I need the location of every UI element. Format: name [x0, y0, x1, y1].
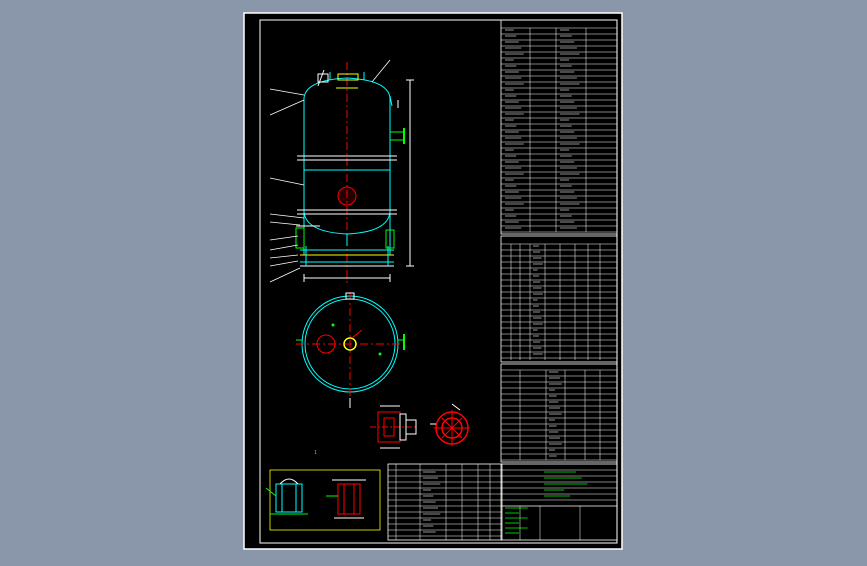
drawing-canvas[interactable]: 1	[0, 0, 867, 562]
side-manhole	[337, 186, 357, 206]
drawing-sheet	[243, 12, 623, 550]
cad-viewport[interactable]: 1	[0, 0, 867, 562]
detail-marker: 1	[314, 450, 317, 456]
